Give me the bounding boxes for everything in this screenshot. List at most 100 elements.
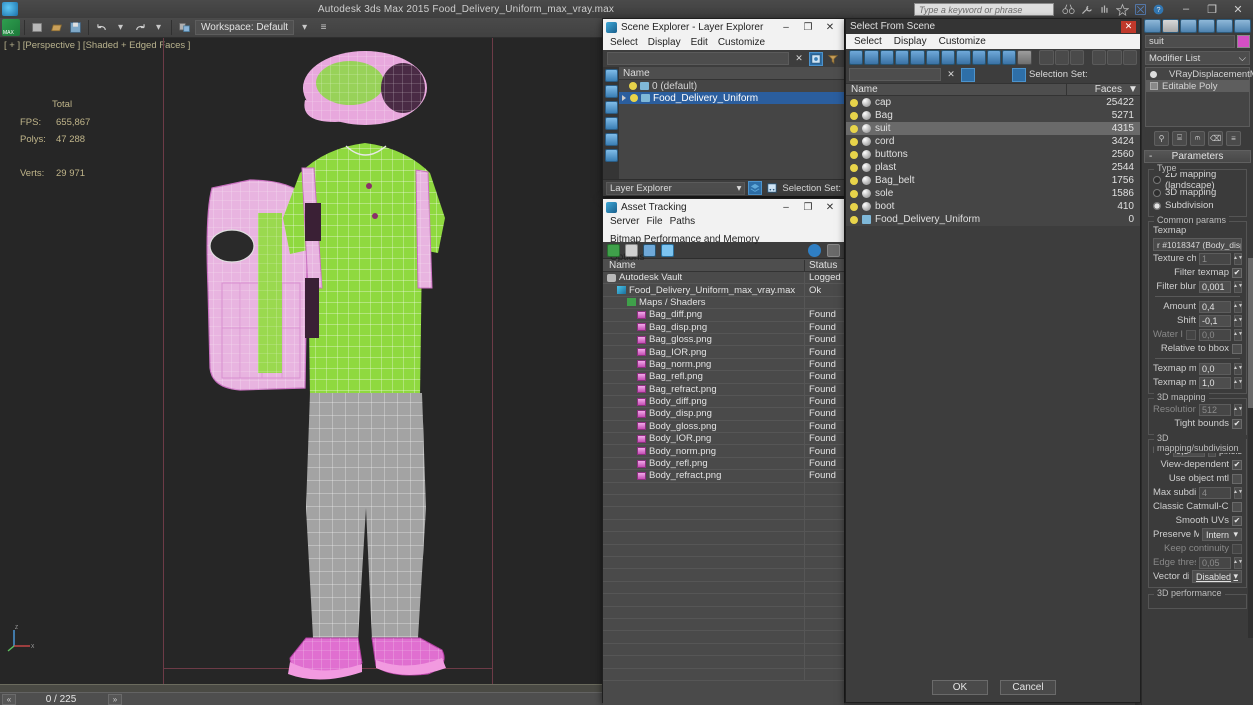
selection-set-icon[interactable] [1012, 68, 1026, 82]
search-input[interactable]: Type a keyword or phrase [914, 3, 1054, 16]
redo-icon[interactable] [131, 19, 148, 36]
select-from-scene-close[interactable]: ✕ [1121, 21, 1136, 33]
undo-icon[interactable] [93, 19, 110, 36]
column-layout-icon[interactable] [1070, 50, 1084, 65]
relative-to-bbox-checkbox[interactable]: ✔ [1232, 344, 1242, 354]
layer-manager-icon[interactable] [995, 68, 1009, 82]
asset-row[interactable]: Body_diff.pngFound [603, 396, 844, 408]
display-shapes-icon[interactable] [864, 50, 878, 65]
col-faces[interactable]: Faces [1066, 84, 1126, 95]
display-helpers-icon[interactable] [910, 50, 924, 65]
display-cameras-icon[interactable] [895, 50, 909, 65]
wrench-icon[interactable] [1080, 3, 1093, 16]
asset-row[interactable]: Autodesk VaultLogged [603, 272, 844, 284]
filter-texmap-checkbox[interactable]: ✔ [1232, 268, 1242, 278]
expand-all-icon[interactable] [1039, 50, 1053, 65]
water-level-checkbox[interactable] [1186, 330, 1196, 340]
classic-catmull-clark-checkbox[interactable]: ✔ [1232, 502, 1242, 512]
select-all-icon[interactable] [605, 69, 618, 82]
command-panel-scroll-thumb[interactable] [1248, 258, 1253, 408]
select-link-icon[interactable] [176, 19, 193, 36]
command-panel[interactable]: suit Modifier List ⌵ VRayDisplacementMod… [1141, 18, 1253, 705]
spinner-arrows-icon[interactable]: ▲▼ [1234, 253, 1242, 265]
redo-dropdown-icon[interactable]: ▾ [150, 19, 167, 36]
light-bulb-icon[interactable] [850, 112, 858, 120]
edge-thresh-input[interactable]: 0,05 [1199, 557, 1231, 569]
menu-file[interactable]: File [646, 216, 662, 227]
select-influences-icon[interactable] [605, 133, 618, 146]
max-application-button[interactable] [2, 19, 20, 36]
light-bulb-icon[interactable] [630, 94, 638, 102]
object-name-field[interactable]: suit [1145, 35, 1235, 48]
max-community-icon[interactable] [1134, 3, 1147, 16]
texmap-button[interactable]: r #1018347 (Body_disp.png) [1153, 238, 1242, 251]
use-object-mtl-checkbox[interactable]: ✔ [1232, 474, 1242, 484]
view-dependent-checkbox[interactable]: ✔ [1232, 460, 1242, 470]
spinner-arrows-icon[interactable]: ▲▼ [1234, 281, 1242, 293]
asset-row[interactable]: Body_refract.pngFound [603, 470, 844, 482]
select-from-scene-dialog[interactable]: Select From Scene ✕ Select Display Custo… [845, 18, 1141, 703]
scene-object-row[interactable]: Bag5271 [846, 109, 1140, 122]
light-bulb-icon[interactable] [850, 125, 858, 133]
spinner-arrows-icon[interactable]: ▲▼ [1234, 404, 1242, 416]
select-none-icon[interactable] [605, 101, 618, 114]
spinner-arrows-icon[interactable]: ▲▼ [1234, 363, 1242, 375]
open-file-icon[interactable] [48, 19, 65, 36]
remove-modifier-icon[interactable]: ⌫ [1208, 131, 1223, 146]
add-filter-icon[interactable] [826, 52, 840, 66]
clear-search-icon[interactable]: ✕ [792, 52, 806, 66]
modifier-stack-item-editable-poly[interactable]: Editable Poly [1146, 80, 1249, 92]
asset-row[interactable]: Body_norm.pngFound [603, 445, 844, 457]
spinner-arrows-icon[interactable]: ▲▼ [1234, 377, 1242, 389]
asset-row[interactable]: Food_Delivery_Uniform_max_vray.maxOk [603, 284, 844, 296]
amount-input[interactable]: 0,4 [1199, 301, 1231, 313]
texture-channel-input[interactable]: 1 [1199, 253, 1231, 265]
menu-select[interactable]: Select [610, 37, 638, 48]
asset-tracking-maximize[interactable]: ❐ [797, 200, 819, 215]
selection-set-icon[interactable] [765, 181, 779, 195]
show-end-result-icon[interactable]: ⌸ [1172, 131, 1187, 146]
tab-utilities[interactable] [1234, 19, 1251, 33]
light-bulb-icon[interactable] [850, 151, 858, 159]
spinner-arrows-icon[interactable]: ▲▼ [1234, 329, 1242, 341]
tab-create[interactable] [1144, 19, 1161, 33]
menu-edit[interactable]: Edit [691, 37, 708, 48]
help-circle-icon[interactable]: ? [1152, 3, 1165, 16]
layer-row-food-delivery-uniform[interactable]: Food_Delivery_Uniform [619, 92, 844, 104]
scene-object-row[interactable]: cap25422 [846, 96, 1140, 109]
scene-explorer-maximize[interactable]: ❐ [797, 20, 819, 35]
display-bones-icon[interactable] [972, 50, 986, 65]
modifier-stack-item-vraydisplacement[interactable]: VRayDisplacementMod [1146, 68, 1249, 80]
collapse-all-icon[interactable] [1055, 50, 1069, 65]
next-frame-button[interactable]: » [108, 694, 122, 705]
select-invert-icon[interactable] [605, 85, 618, 98]
max-subdivs-input[interactable]: 4 [1199, 487, 1231, 499]
make-unique-icon[interactable]: ⫙ [1190, 131, 1205, 146]
filter-blur-input[interactable]: 0,001 [1199, 281, 1231, 293]
asset-row[interactable]: Bag_refract.pngFound [603, 384, 844, 396]
select-children-icon[interactable] [605, 117, 618, 130]
preserve-map-border-dropdown[interactable]: Intern ▾ [1202, 528, 1242, 541]
display-all-icon[interactable] [1017, 50, 1031, 65]
scene-object-row[interactable]: sole1586 [846, 187, 1140, 200]
asset-row[interactable]: Bag_IOR.pngFound [603, 346, 844, 358]
menu-customize[interactable]: Customize [939, 36, 986, 47]
tab-motion[interactable] [1198, 19, 1215, 33]
asset-row[interactable]: Bag_norm.pngFound [603, 359, 844, 371]
star-icon[interactable] [1116, 3, 1129, 16]
menu-customize[interactable]: Customize [718, 37, 765, 48]
display-geometry-icon[interactable] [849, 50, 863, 65]
scene-explorer-minimize[interactable]: – [775, 20, 797, 35]
menu-server[interactable]: Server [610, 216, 639, 227]
water-level-input[interactable]: 0,0 [1199, 329, 1231, 341]
sort-descending-icon[interactable]: ▼ [1126, 84, 1140, 95]
scene-explorer-layer-list[interactable]: Name 0 (default) Food_Delivery_Uniform [619, 67, 844, 179]
asset-tracking-close[interactable]: ✕ [819, 200, 841, 215]
filter-toggle-icon[interactable] [809, 52, 823, 66]
scene-object-row[interactable]: cord3424 [846, 135, 1140, 148]
scene-object-row[interactable]: boot410 [846, 200, 1140, 213]
keep-continuity-checkbox[interactable] [1232, 544, 1242, 554]
light-bulb-icon[interactable] [850, 190, 858, 198]
spinner-arrows-icon[interactable]: ▲▼ [1234, 301, 1242, 313]
asset-tracking-window[interactable]: Asset Tracking – ❐ ✕ Server File Paths B… [602, 198, 845, 703]
